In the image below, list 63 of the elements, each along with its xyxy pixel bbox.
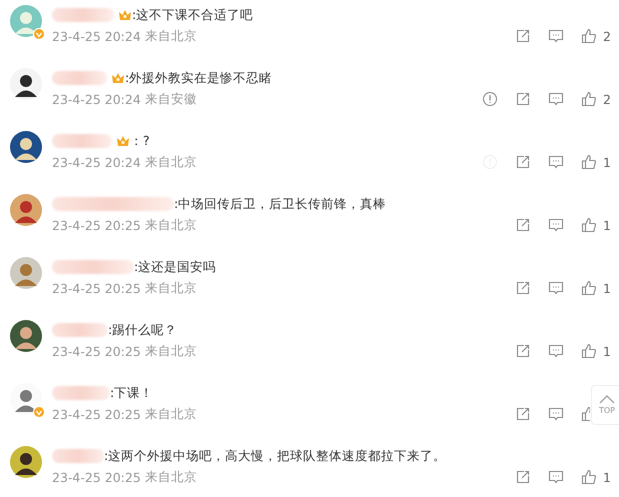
- comment-icon[interactable]: [548, 469, 564, 485]
- like-count: 2: [603, 28, 612, 44]
- share-icon[interactable]: [515, 343, 531, 359]
- comment-time: 23-4-25 20:24: [52, 28, 141, 44]
- report-icon[interactable]: [482, 91, 498, 107]
- comment-location: 来自北京: [144, 280, 197, 296]
- like-count: 1: [603, 470, 612, 484]
- like-icon[interactable]: [581, 406, 590, 422]
- comment-location: 来自安徽: [144, 90, 197, 108]
- comment-text: :这不下课不合适了吧: [132, 6, 254, 24]
- share-icon[interactable]: [515, 469, 531, 485]
- like-icon[interactable]: [581, 91, 597, 107]
- comment-icon[interactable]: [548, 406, 564, 422]
- like-count: 2: [603, 92, 612, 106]
- like-icon[interactable]: [581, 217, 597, 233]
- like-icon[interactable]: [581, 280, 597, 296]
- comment-icon[interactable]: [548, 91, 564, 107]
- comment-location: 来自北京: [144, 342, 197, 360]
- comment-location: 来自北京: [144, 406, 197, 422]
- comment-icon[interactable]: [548, 280, 564, 296]
- like-count: 1: [603, 280, 612, 296]
- comment-icon[interactable]: [548, 154, 564, 170]
- comment-location: 来自北京: [144, 216, 197, 234]
- comment-icon[interactable]: [548, 28, 564, 44]
- like-icon[interactable]: [581, 28, 597, 44]
- share-icon[interactable]: [515, 217, 531, 233]
- avatar[interactable]: [10, 194, 42, 226]
- like-count: 1: [603, 344, 612, 358]
- comment-time: 23-4-25 20:25: [52, 218, 141, 232]
- like-icon[interactable]: [581, 469, 597, 485]
- comment-time: 23-4-25 20:25: [52, 280, 141, 296]
- avatar[interactable]: [10, 68, 42, 100]
- comment-icon[interactable]: [548, 343, 564, 359]
- avatar[interactable]: [10, 446, 42, 478]
- avatar[interactable]: [10, 320, 42, 352]
- comment-time: 23-4-25 20:24: [52, 154, 141, 170]
- comment-time: 23-4-25 20:24: [52, 92, 141, 106]
- comment-time: 23-4-25 20:25: [52, 406, 141, 422]
- share-icon[interactable]: [515, 91, 531, 107]
- comment-text: :踢什么呢？: [108, 322, 178, 338]
- comment-text: :这还是国安吗: [134, 258, 216, 276]
- like-count: 1: [603, 218, 612, 232]
- comment-icon[interactable]: [548, 217, 564, 233]
- comment-text: :外援外教实在是惨不忍睹: [125, 70, 272, 86]
- comment-time: 23-4-25 20:25: [52, 470, 141, 484]
- like-icon[interactable]: [581, 154, 597, 170]
- comment-location: 来自北京: [144, 468, 197, 486]
- comment-location: 来自北京: [144, 154, 197, 170]
- comment-text: ：?: [130, 132, 150, 150]
- comment-text: :这两个外援中场吧，高大慢，把球队整体速度都拉下来了。: [104, 448, 446, 464]
- comment-time: 23-4-25 20:25: [52, 344, 141, 358]
- share-icon[interactable]: [515, 406, 531, 422]
- like-icon[interactable]: [581, 343, 597, 359]
- back-to-top-button[interactable]: TOP: [591, 385, 619, 425]
- like-count: 1: [603, 154, 612, 170]
- share-icon[interactable]: [515, 28, 531, 44]
- comment-text: :下课！: [110, 384, 154, 402]
- avatar[interactable]: [10, 131, 42, 163]
- comment-text: :中场回传后卫，后卫长传前锋，真棒: [174, 196, 386, 212]
- comment-location: 来自北京: [144, 28, 197, 44]
- share-icon[interactable]: [515, 154, 531, 170]
- share-icon[interactable]: [515, 280, 531, 296]
- caret-icon: [599, 395, 615, 404]
